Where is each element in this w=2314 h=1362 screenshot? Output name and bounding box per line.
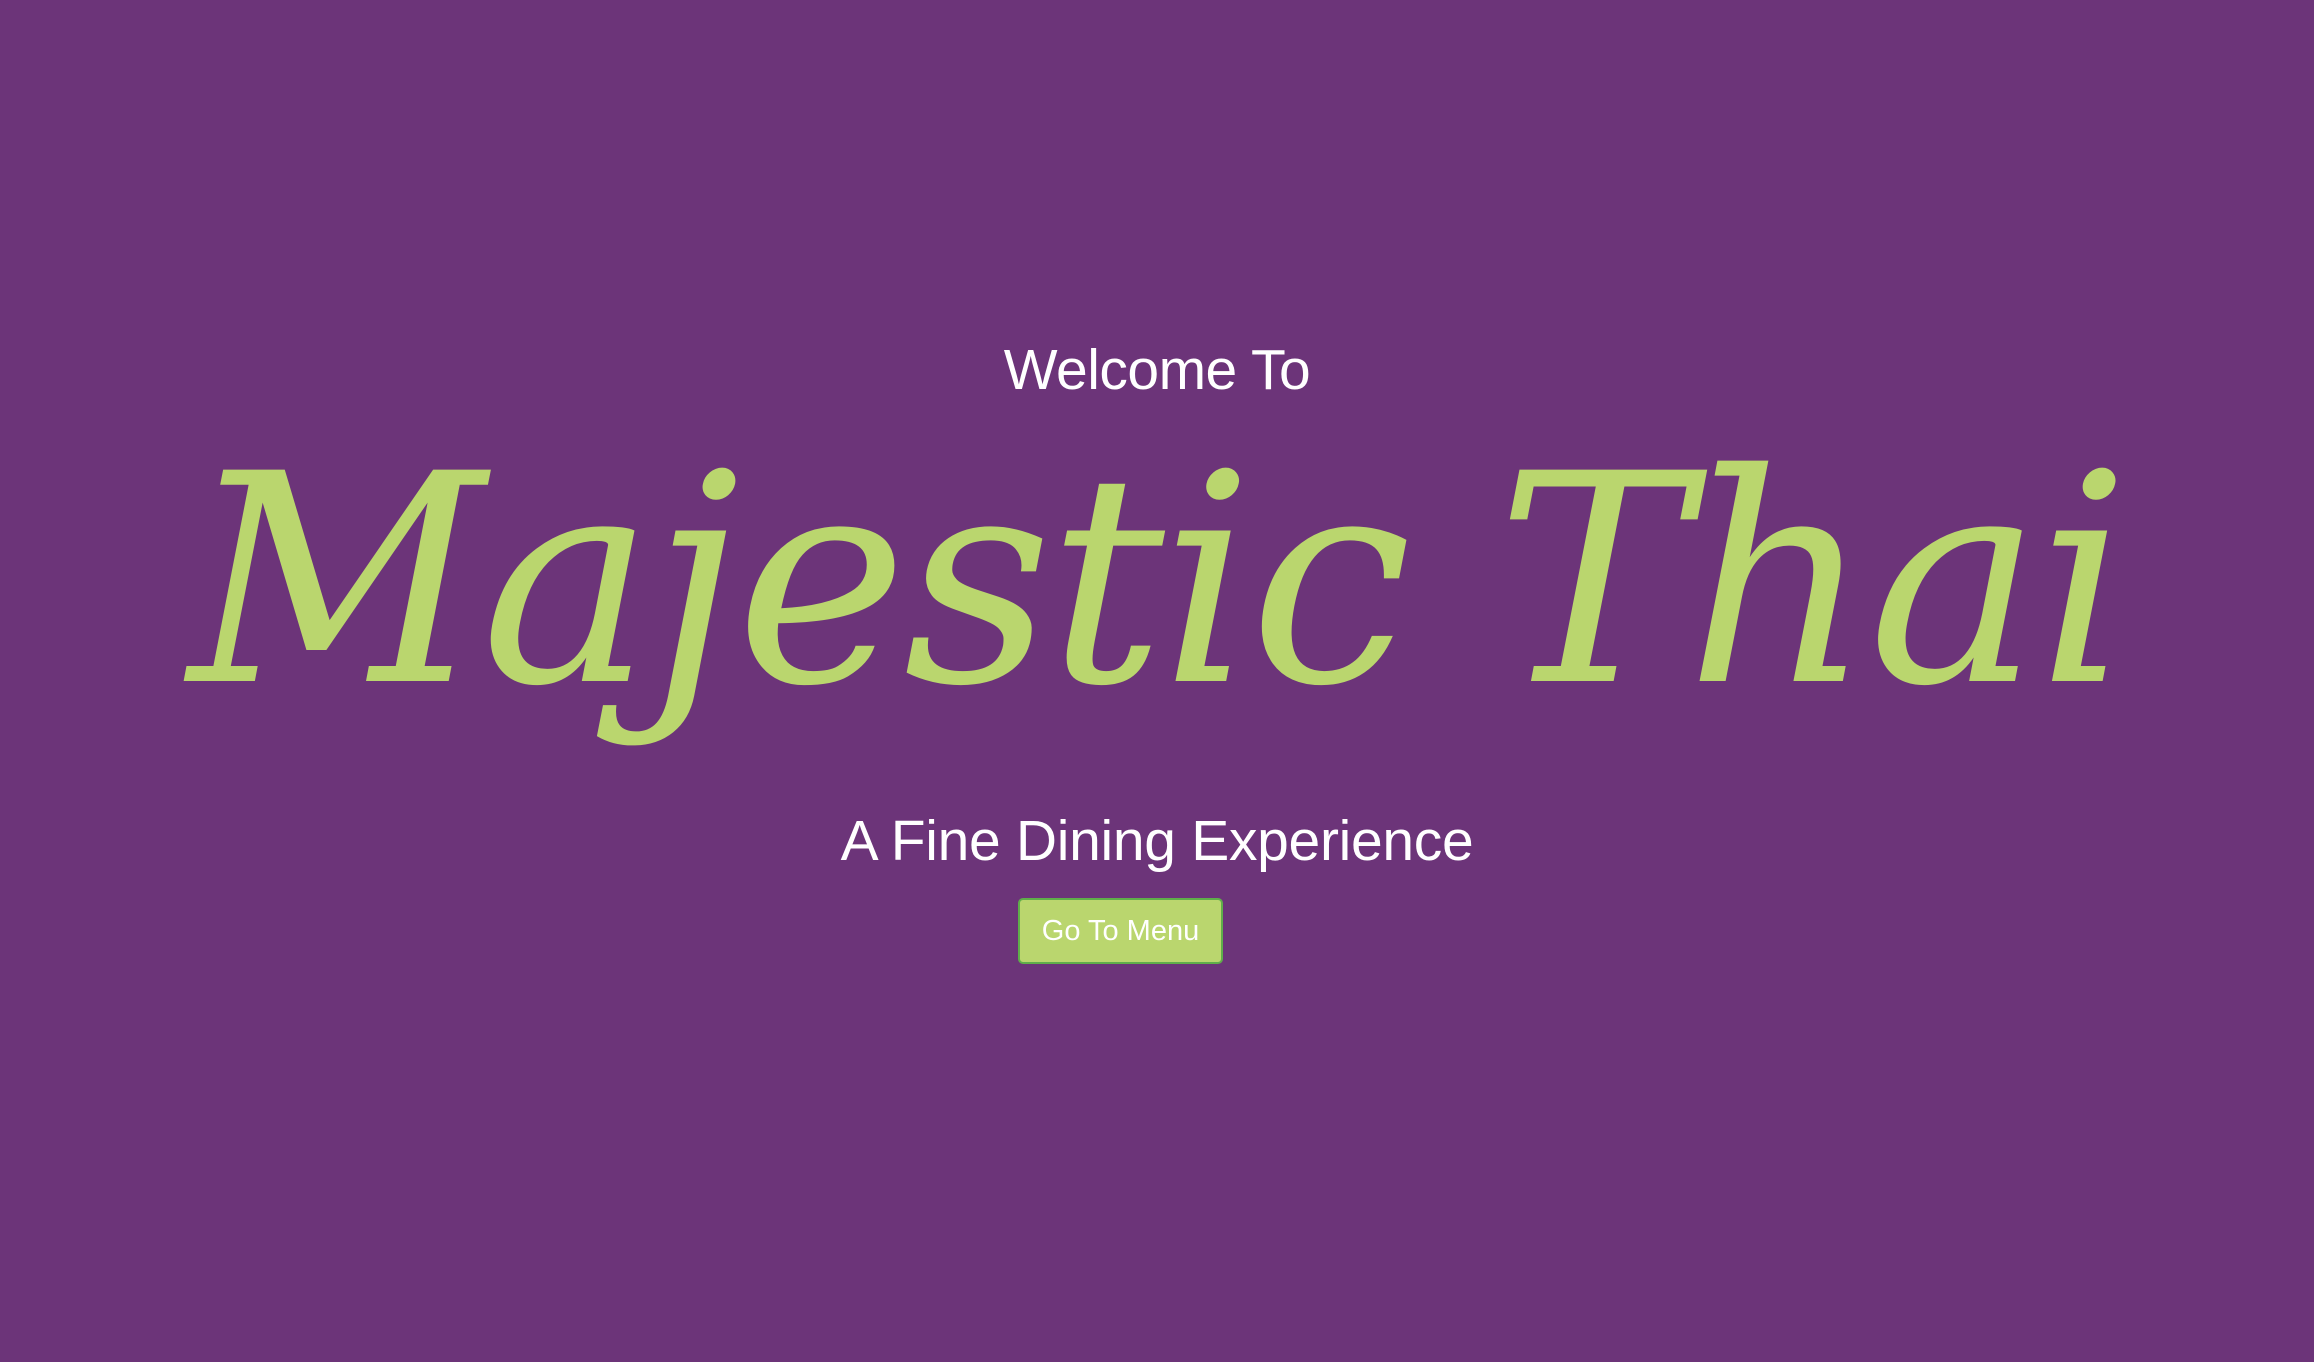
tagline-text: A Fine Dining Experience [840,809,1474,873]
go-to-menu-button[interactable]: Go To Menu [1018,898,1223,964]
welcome-heading: Welcome To [1003,338,1311,402]
hero-section: Welcome To Majestic Thai A Fine Dining E… [0,0,2314,1362]
restaurant-name-title: Majestic Thai [188,413,2130,750]
